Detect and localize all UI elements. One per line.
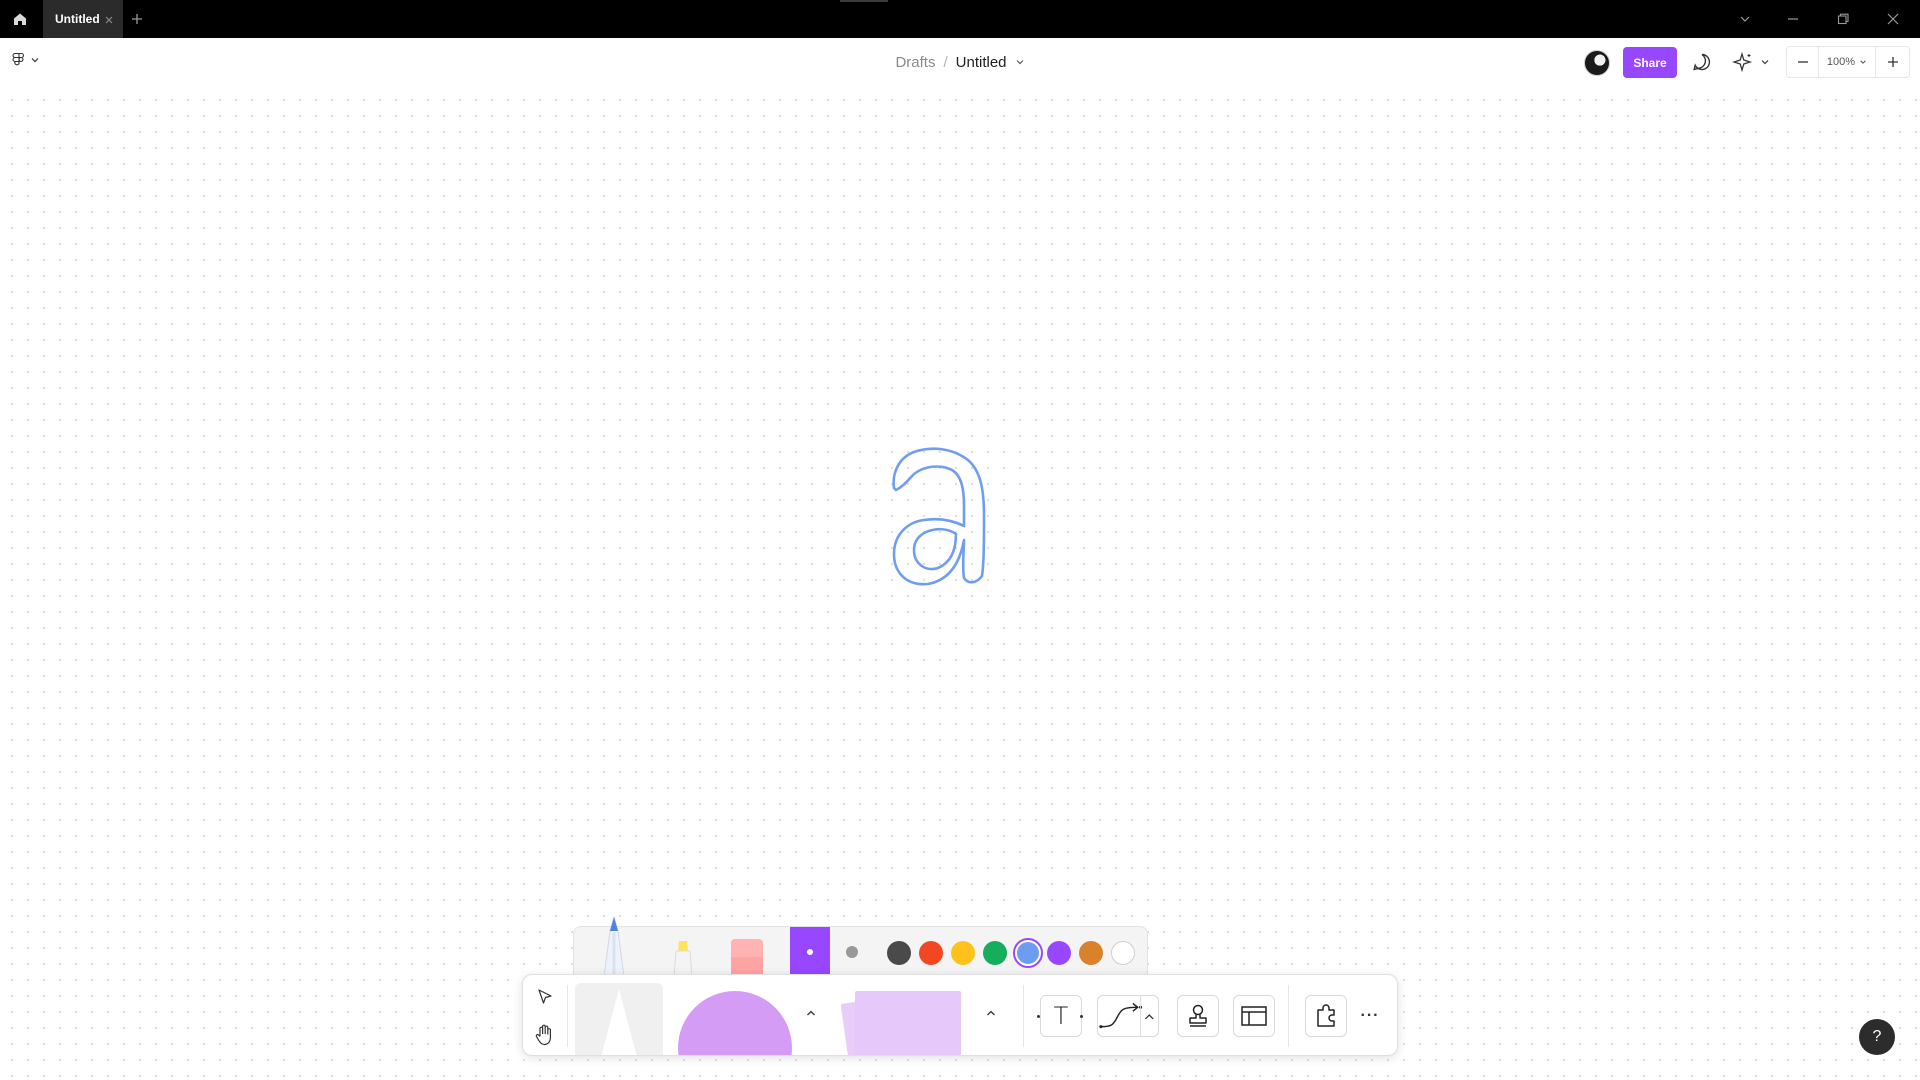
toolbar-divider xyxy=(567,985,568,1047)
breadcrumb-drafts[interactable]: Drafts xyxy=(895,54,935,71)
app-header: Drafts / Untitled Share 100% xyxy=(0,38,1920,86)
color-swatch-blue-fill xyxy=(1017,942,1039,964)
breadcrumb-separator: / xyxy=(943,53,948,71)
stroke-width-thin[interactable] xyxy=(790,927,830,977)
stamp-icon xyxy=(1189,1004,1207,1027)
stamp-tool-button[interactable] xyxy=(1177,995,1219,1037)
zoom-value: 100% xyxy=(1826,56,1856,68)
color-swatch-red[interactable] xyxy=(919,941,943,965)
stroke-width-thick[interactable] xyxy=(832,927,872,977)
draw-tools-button[interactable] xyxy=(575,983,663,1055)
handle-dot xyxy=(1080,1015,1083,1018)
tab-untitled[interactable]: Untitled xyxy=(43,0,123,38)
connector-icon xyxy=(1099,995,1154,1037)
zoom-out-icon[interactable] xyxy=(1787,47,1819,77)
chevron-down-icon[interactable] xyxy=(1015,57,1025,67)
connector-tool-button[interactable] xyxy=(1097,995,1159,1037)
shape-tool-button[interactable] xyxy=(678,991,792,1055)
hand-tool-icon[interactable] xyxy=(534,1023,556,1047)
help-button[interactable]: ? xyxy=(1859,1019,1895,1055)
comment-icon[interactable] xyxy=(1690,50,1714,74)
color-swatch-green[interactable] xyxy=(983,941,1007,965)
pen-preview-icon xyxy=(601,989,637,1055)
handle-dot xyxy=(1037,1015,1040,1018)
chevron-down-icon[interactable] xyxy=(1736,10,1754,28)
avatar[interactable] xyxy=(1584,50,1610,76)
highlighter-tool-icon[interactable] xyxy=(670,939,698,977)
zoom-control: 100% xyxy=(1786,46,1910,78)
puzzle-icon xyxy=(1317,1004,1335,1027)
minimize-icon[interactable] xyxy=(1784,10,1802,28)
section-tool-button[interactable] xyxy=(1233,995,1275,1037)
share-button[interactable]: Share xyxy=(1623,47,1677,78)
color-swatch-white[interactable] xyxy=(1111,941,1135,965)
toolbar-divider xyxy=(1288,985,1289,1047)
main-toolbar: T ··· xyxy=(522,974,1398,1056)
file-title[interactable]: Untitled xyxy=(956,54,1007,71)
window-drag-indicator xyxy=(840,0,888,2)
close-icon[interactable] xyxy=(103,13,115,25)
section-icon xyxy=(1241,1006,1267,1026)
color-swatch-blue-selected[interactable] xyxy=(1013,938,1043,968)
stroke-dot-small xyxy=(807,949,813,955)
pen-tool-icon[interactable] xyxy=(596,915,632,977)
eraser-tool-icon[interactable] xyxy=(729,937,765,977)
color-swatch-yellow[interactable] xyxy=(951,941,975,965)
tab-title: Untitled xyxy=(55,12,100,26)
color-swatch-black[interactable] xyxy=(887,941,911,965)
ai-sparkle-icon[interactable] xyxy=(1731,50,1772,74)
restore-icon[interactable] xyxy=(1834,10,1852,28)
chevron-up-icon[interactable] xyxy=(805,1007,817,1019)
text-tool-icon: T xyxy=(1053,1002,1069,1030)
stroke-dot-large xyxy=(846,946,858,958)
close-window-icon[interactable] xyxy=(1884,10,1902,28)
color-swatch-orange[interactable] xyxy=(1079,941,1103,965)
zoom-dropdown[interactable]: 100% xyxy=(1819,47,1875,77)
plus-icon[interactable] xyxy=(128,10,146,28)
color-swatch-violet[interactable] xyxy=(1047,941,1071,965)
chevron-up-icon[interactable] xyxy=(985,1007,997,1019)
zoom-in-icon[interactable] xyxy=(1875,47,1909,77)
plugins-button[interactable] xyxy=(1305,995,1347,1037)
more-tools-button[interactable]: ··· xyxy=(1355,995,1385,1037)
chevron-down-icon xyxy=(1860,60,1866,64)
freehand-drawing[interactable] xyxy=(880,444,1000,594)
home-icon[interactable] xyxy=(6,6,34,32)
text-tool-button[interactable]: T xyxy=(1040,995,1082,1037)
drawing-tools-tray xyxy=(573,915,1148,977)
move-tool-icon[interactable] xyxy=(535,987,555,1007)
sticky-note-tool-button[interactable] xyxy=(855,991,961,1055)
toolbar-divider xyxy=(1023,985,1024,1047)
window-titlebar: Untitled xyxy=(0,0,1920,38)
